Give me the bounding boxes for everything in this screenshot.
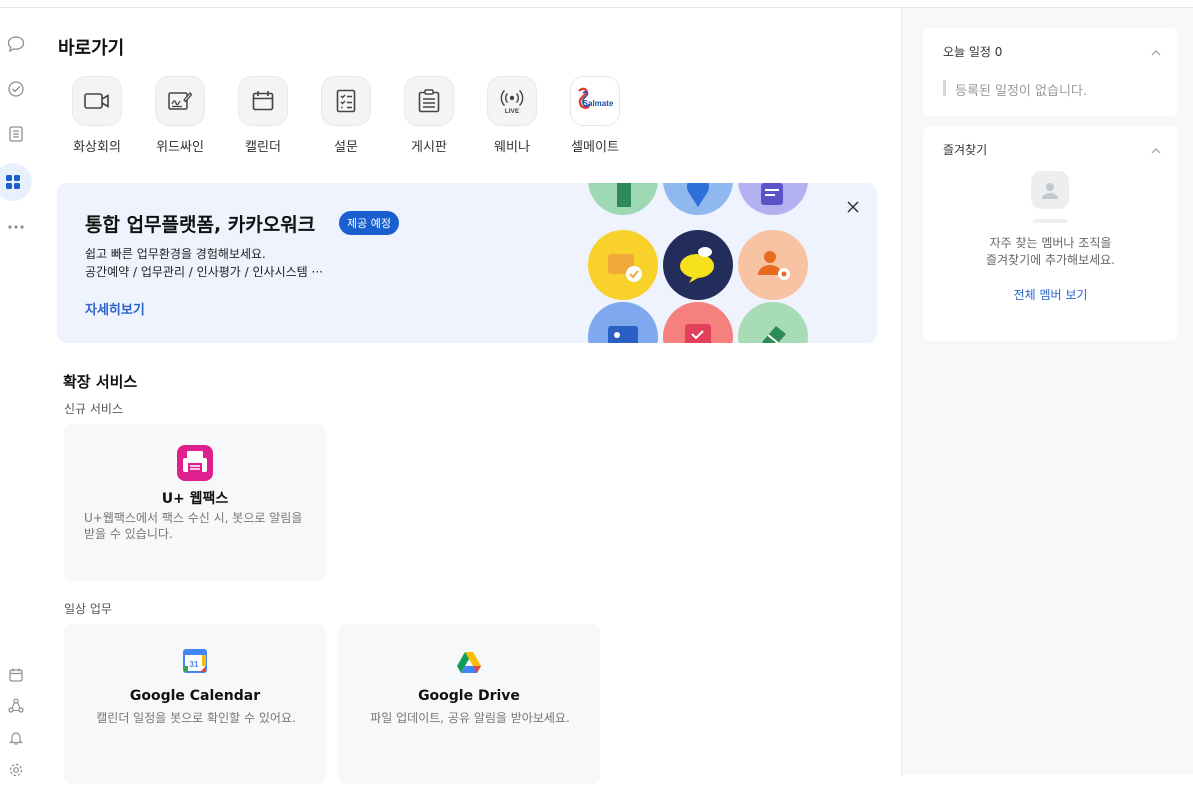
shortcut-withsign[interactable]: 위드싸인 [138,76,222,155]
service-card-google-calendar[interactable]: 31 Google Calendar 캘린더 일정을 봇으로 확인할 수 있어요… [64,624,326,784]
location-app-icon [663,183,733,215]
favorites-panel: 즐겨찾기 자주 찾는 멤버나 조직을 즐겨찾기에 추가해보세요. 전체 멤버 보… [923,126,1178,341]
document-icon[interactable] [0,118,32,150]
signature-icon [155,76,205,126]
close-icon[interactable] [845,199,861,215]
chevron-up-icon[interactable] [1150,142,1162,154]
today-schedule-panel: 오늘 일정 0 등록된 일정이 없습니다. [923,28,1178,116]
banner-desc-line: 쉽고 빠른 업무환경을 경험해보세요. [85,247,266,261]
shortcut-label: 게시판 [411,140,447,155]
favorites-desc-line: 즐겨찾기에 추가해보세요. [985,253,1116,267]
shortcut-label: 위드싸인 [156,140,204,155]
shortcut-label: 캘린더 [245,140,281,155]
left-rail [0,8,32,777]
edit-doc-app-icon [738,183,808,215]
bookmark-app-icon [588,183,658,215]
shortcut-webinar[interactable]: LIVE 웨비나 [470,76,554,155]
daily-work-label: 일상 업무 [64,602,112,616]
card-description: 파일 업데이트, 공유 알림을 받아보세요. [370,711,570,725]
apps-grid-icon[interactable] [0,163,32,201]
new-services-label: 신규 서비스 [64,402,124,416]
empty-indicator-bar [943,80,946,96]
card-title: U+ 웹팩스 [161,491,229,507]
view-all-members-link[interactable]: 전체 멤버 보기 [923,286,1178,303]
details-link[interactable]: 자세히보기 [85,299,145,318]
today-schedule-title: 오늘 일정 0 [943,45,1003,59]
service-card-google-drive[interactable]: Google Drive 파일 업데이트, 공유 알림을 받아보세요. [338,624,600,784]
kakaowork-banner: 통합 업무플랫폼, 카카오워크 제공 예정 쉽고 빠른 업무환경을 경험해보세요… [57,183,877,343]
survey-icon [321,76,371,126]
shortcuts-title: 바로가기 [58,38,125,59]
shortcut-board[interactable]: 게시판 [387,76,471,155]
favorites-description: 자주 찾는 멤버나 조직을 즐겨찾기에 추가해보세요. [923,235,1178,269]
top-border [0,0,1193,8]
calendar-day-number: 31 [190,660,199,669]
shortcut-label: 화상회의 [73,140,121,155]
checklist-app-icon [663,302,733,343]
chat-icon[interactable] [0,28,32,60]
card-title: Google Calendar [129,688,261,704]
extensions-title: 확장 서비스 [63,373,138,391]
salmate-logo-icon: Salmate [570,76,620,126]
banner-desc-line: 공간예약 / 업무관리 / 인사평가 / 인사시스템 ··· [85,265,323,279]
shortcut-survey[interactable]: 설문 [304,76,388,155]
shortcut-video-conference[interactable]: 화상회의 [55,76,139,155]
organization-icon[interactable] [0,690,32,722]
svg-text:LIVE: LIVE [505,108,520,114]
eraser-app-icon [738,302,808,343]
favorites-desc-line: 자주 찾는 멤버나 조직을 [989,236,1112,250]
shortcut-label: 셀메이트 [571,140,619,155]
shortcut-label: 설문 [334,140,358,155]
calendar-small-icon[interactable] [0,659,32,691]
card-title: Google Drive [418,688,520,704]
user-settings-app-icon [738,230,808,300]
more-icon[interactable] [0,211,32,243]
shortcut-label: 웨비나 [494,140,530,155]
card-description: U+웹팩스에서 팩스 수신 시, 봇으로 알림을 받을 수 있습니다. [84,511,303,541]
video-camera-icon [72,76,122,126]
avatar-placeholder-icon [1031,171,1069,209]
bell-icon[interactable] [0,722,32,754]
shortcut-salmate[interactable]: Salmate 셀메이트 [553,76,637,155]
card-description: 캘린더 일정을 봇으로 확인할 수 있어요. [96,711,296,725]
task-check-icon[interactable] [0,73,32,105]
favorites-title: 즐겨찾기 [943,143,988,157]
board-icon [404,76,454,126]
fax-icon [177,445,213,481]
status-badge: 제공 예정 [339,211,399,235]
box-check-app-icon [588,230,658,300]
empty-schedule-text: 등록된 일정이 없습니다. [955,84,1087,99]
kakaowork-chat-icon [663,230,733,300]
main-content: 바로가기 화상회의 위드싸인 캘린더 설문 게시판 LIVE 웨비나 Salma… [32,8,900,784]
svg-text:Salmate: Salmate [583,99,614,108]
service-card-webfax[interactable]: U+ 웹팩스 U+웹팩스에서 팩스 수신 시, 봇으로 알림을 받을 수 있습니… [64,424,326,581]
live-broadcast-icon: LIVE [487,76,537,126]
id-card-app-icon [588,302,658,343]
banner-title: 통합 업무플랫폼, 카카오워크 [85,214,316,236]
avatar-shadow [1033,219,1067,223]
google-calendar-icon: 31 [183,649,207,673]
right-panel: 오늘 일정 0 등록된 일정이 없습니다. 즐겨찾기 자주 찾는 멤버나 조직을… [901,8,1193,775]
settings-gear-icon[interactable] [0,754,32,786]
calendar-icon [238,76,288,126]
banner-description: 쉽고 빠른 업무환경을 경험해보세요. 공간예약 / 업무관리 / 인사평가 /… [85,245,323,281]
google-drive-icon [456,651,482,673]
chevron-up-icon[interactable] [1150,44,1162,56]
shortcut-calendar[interactable]: 캘린더 [221,76,305,155]
